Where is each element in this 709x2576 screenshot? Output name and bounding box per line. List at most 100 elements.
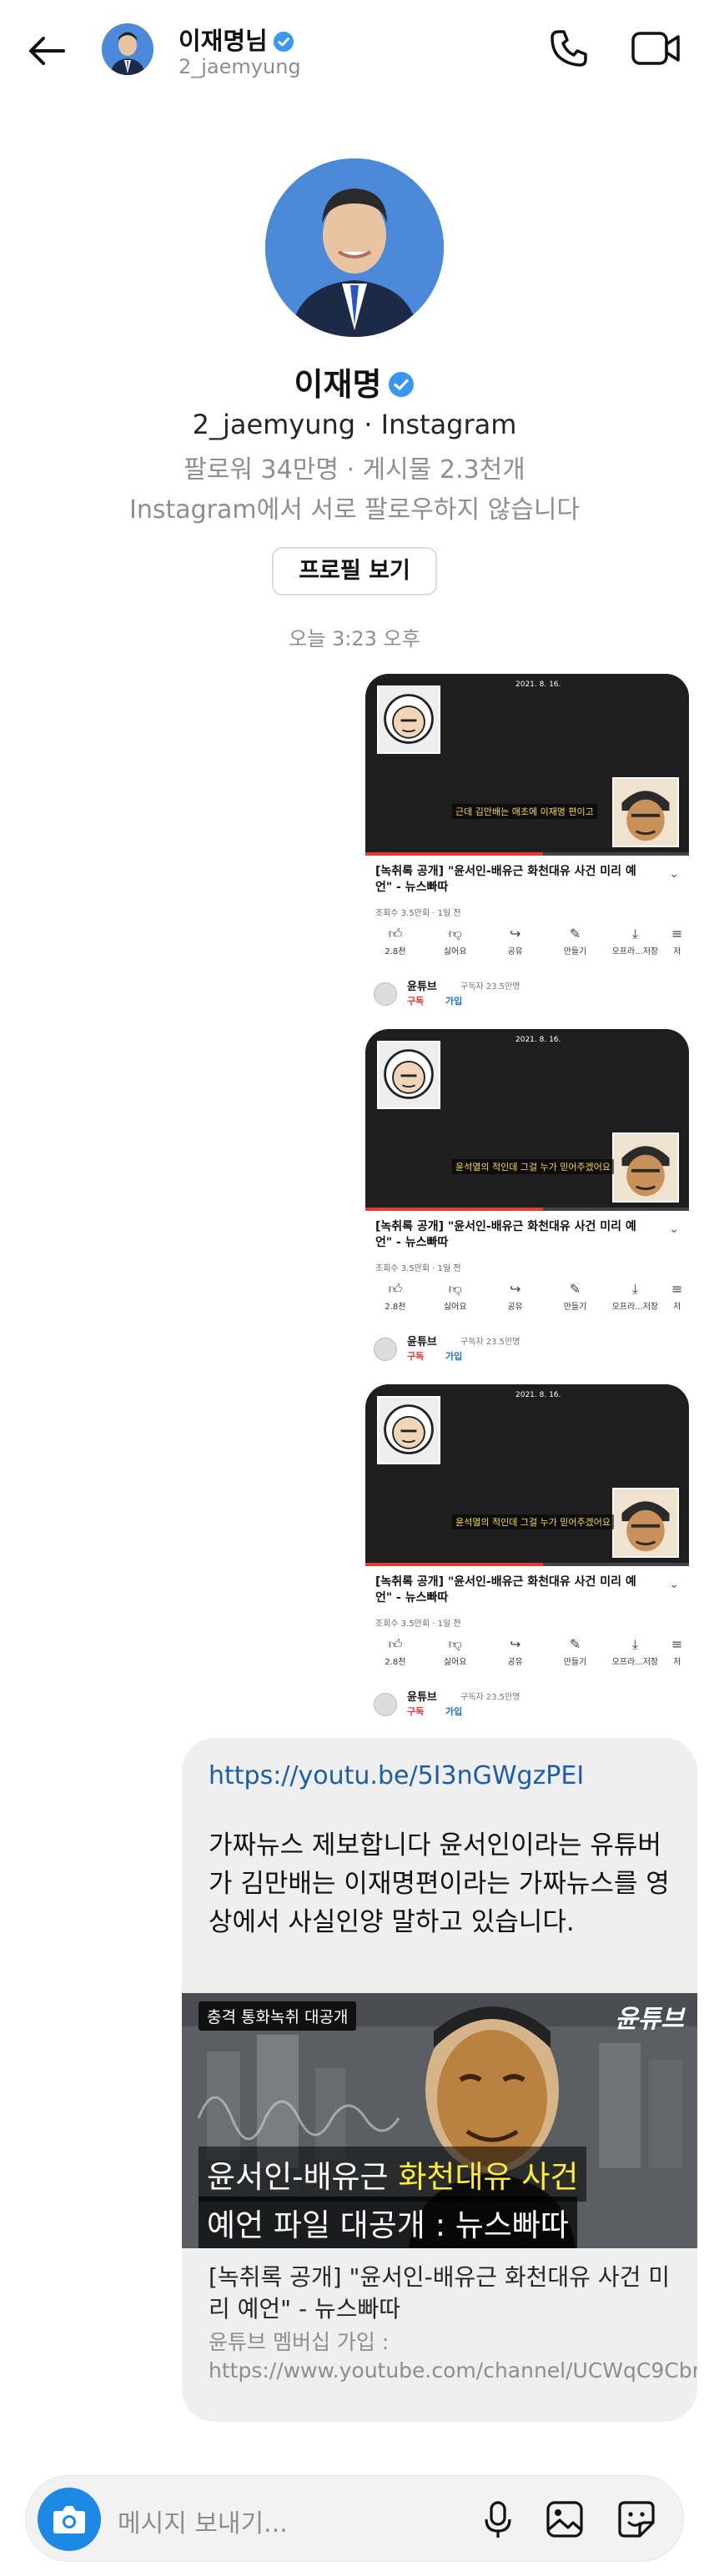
channel-name: 윤튜브 — [407, 981, 437, 993]
sticker-icon[interactable] — [615, 2498, 658, 2541]
channel-name: 윤튜브 — [407, 1691, 437, 1704]
channel-logo — [374, 982, 397, 1006]
subscribe-label: 구독 — [407, 996, 425, 1007]
video-progress-bar — [365, 852, 689, 856]
channel-row: 윤튜브 구독자 23.5만명 구독 가입 — [374, 1686, 682, 1720]
message-input[interactable]: 메시지 보내기... — [118, 2503, 288, 2539]
camera-button[interactable] — [38, 2488, 101, 2551]
save-action: ≡ 저 — [665, 1279, 689, 1324]
create-icon: ✎ — [569, 926, 581, 942]
message-text: 가짜뉴스 제보합니다 윤서인이라는 유튜버가 김만배는 이재명편이라는 가짜뉴스… — [209, 1830, 670, 1937]
camera-icon — [53, 2506, 85, 2533]
chat-header: 이재명님 2_jaemyung — [0, 0, 709, 100]
channel-logo — [374, 1338, 397, 1361]
video-title: [녹취록 공개] "윤서인-배유근 화천대유 사건 미리 예언" - 뉴스빠따 — [375, 865, 636, 894]
subscribe-label: 구독 — [407, 1706, 425, 1717]
share-icon: ↪ — [509, 1636, 521, 1652]
like-action: 👍︎ 2.8천 — [365, 1634, 425, 1680]
create-action: ✎ 만들기 — [546, 1279, 606, 1324]
create-icon: ✎ — [569, 1281, 581, 1297]
profile-avatar[interactable] — [265, 158, 444, 337]
video-title: [녹취록 공개] "윤서인-배유근 화천대유 사건 미리 예언" - 뉴스빠따 — [375, 1220, 636, 1249]
thumbnail-brand: 윤튜브 — [615, 2005, 684, 2034]
channel-name: 윤튜브 — [407, 1336, 437, 1348]
header-display-name[interactable]: 이재명님 — [179, 22, 294, 57]
save-icon: ≡ — [671, 926, 683, 942]
dislike-action: 👎︎ 싫어요 — [425, 924, 485, 969]
cartoon-face-image — [612, 1488, 679, 1558]
share-action: ↪ 공유 — [485, 1634, 546, 1680]
phone-call-icon[interactable] — [547, 27, 591, 70]
video-date: 2021. 8. 16. — [515, 680, 561, 689]
video-progress-bar — [365, 1563, 689, 1566]
video-frame: 2021. 8. 16. 윤석열의 적인데 그걸 누가 믿어주겠어요 — [365, 1029, 689, 1211]
channel-logo — [374, 1693, 397, 1716]
thumbs-down-icon: 👎︎ — [448, 1636, 462, 1652]
message-link[interactable]: https://youtu.be/5I3nGWgzPEI — [209, 1761, 584, 1790]
thumbnail-badge: 충격 통화녹취 대공개 — [199, 2001, 357, 2031]
channel-row: 윤튜브 구독자 23.5만명 구독 가입 — [374, 976, 682, 1009]
share-action: ↪ 공유 — [485, 924, 546, 969]
download-action: ⤓ 오프라...저장 — [605, 924, 665, 969]
create-icon: ✎ — [569, 1636, 581, 1652]
video-date: 2021. 8. 16. — [515, 1391, 561, 1399]
video-call-icon[interactable] — [630, 27, 681, 70]
header-handle: 2_jaemyung — [179, 55, 301, 78]
profile-name: 이재명 — [0, 359, 709, 404]
cartoon-face-image — [377, 1041, 440, 1109]
screenshot-image[interactable]: 2021. 8. 16. 근데 김만배는 애초에 이재명 편이고 [녹취록 공개… — [365, 674, 689, 1016]
link-preview-thumbnail[interactable]: 충격 통화녹취 대공개 윤튜브 윤서인-배유근 화천대유 사건 예언 파일 대공… — [182, 1993, 697, 2248]
share-action: ↪ 공유 — [485, 1279, 546, 1324]
cartoon-face-image — [377, 1396, 440, 1464]
screenshot-image[interactable]: 2021. 8. 16. 윤석열의 적인데 그걸 누가 믿어주겠어요 [녹취록 … — [365, 1029, 689, 1371]
link-preview-description: 윤튜브 멤버십 가입 : https://www.youtube.com/cha… — [209, 2330, 697, 2383]
join-label: 가입 — [445, 1706, 463, 1717]
share-icon: ↪ — [509, 1281, 521, 1297]
message-composer[interactable]: 메시지 보내기... — [25, 2475, 684, 2562]
header-avatar[interactable] — [102, 23, 153, 75]
screenshot-image[interactable]: 2021. 8. 16. 윤석열의 적인데 그걸 누가 믿어주겠어요 [녹취록 … — [365, 1384, 689, 1726]
download-icon: ⤓ — [631, 1281, 638, 1297]
cartoon-face-image — [612, 777, 679, 847]
cartoon-face-image — [377, 685, 440, 754]
thumbs-down-icon: 👎︎ — [448, 1281, 462, 1297]
profile-follow-note: Instagram에서 서로 팔로우하지 않습니다 — [128, 495, 581, 525]
subscribe-label: 구독 — [407, 1351, 425, 1362]
thumbs-down-icon: 👎︎ — [448, 926, 462, 942]
video-meta: 조회수 3.5만회 · 1일 전 — [375, 909, 461, 918]
chevron-down-icon: ⌄ — [669, 1223, 679, 1236]
view-profile-button[interactable]: 프로필 보기 — [272, 547, 437, 595]
video-meta: 조회수 3.5만회 · 1일 전 — [375, 1264, 461, 1273]
thumbnail-caption-line1: 윤서인-배유근 화천대유 사건 — [199, 2147, 587, 2202]
video-title: [녹취록 공개] "윤서인-배유근 화천대유 사건 미리 예언" - 뉴스빠따 — [375, 1575, 636, 1604]
thumbs-up-icon: 👍︎ — [388, 926, 403, 942]
channel-subscribers: 구독자 23.5만명 — [460, 1693, 520, 1702]
microphone-icon[interactable] — [476, 2498, 520, 2541]
profile-stats: 팔로워 34만명 · 게시물 2.3천개 — [184, 455, 525, 485]
back-arrow-icon[interactable] — [25, 28, 70, 73]
video-subtitle: 근데 김만배는 애초에 이재명 편이고 — [452, 804, 597, 819]
chevron-down-icon: ⌄ — [669, 867, 679, 881]
dislike-action: 👎︎ 싫어요 — [425, 1279, 485, 1324]
video-actions: 👍︎ 2.8천 👎︎ 싫어요 ↪ 공유 ✎ 만들기 ⤓ 오프라...저장 ≡ 저 — [365, 1279, 689, 1324]
download-action: ⤓ 오프라...저장 — [605, 1634, 665, 1680]
join-label: 가입 — [445, 1351, 463, 1362]
chevron-down-icon: ⌄ — [669, 1578, 679, 1591]
thumbs-up-icon: 👍︎ — [388, 1636, 403, 1652]
video-subtitle: 윤석열의 적인데 그걸 누가 믿어주겠어요 — [452, 1159, 615, 1174]
save-icon: ≡ — [671, 1636, 683, 1652]
message-timestamp: 오늘 3:23 오후 — [289, 627, 420, 650]
link-message-bubble[interactable]: https://youtu.be/5I3nGWgzPEI 가짜뉴스 제보합니다 … — [182, 1738, 697, 2422]
share-icon: ↪ — [509, 926, 521, 942]
gallery-icon[interactable] — [543, 2498, 586, 2541]
thumbs-up-icon: 👍︎ — [388, 1281, 403, 1297]
save-action: ≡ 저 — [665, 924, 689, 969]
dislike-action: 👎︎ 싫어요 — [425, 1634, 485, 1680]
like-action: 👍︎ 2.8천 — [365, 1279, 425, 1324]
like-action: 👍︎ 2.8천 — [365, 924, 425, 969]
link-preview-title[interactable]: [녹취록 공개] "윤서인-배유근 화천대유 사건 미리 예언" - 뉴스빠따 — [209, 2262, 676, 2325]
video-meta: 조회수 3.5만회 · 1일 전 — [375, 1619, 461, 1629]
video-actions: 👍︎ 2.8천 👎︎ 싫어요 ↪ 공유 ✎ 만들기 ⤓ 오프라...저장 ≡ 저 — [365, 924, 689, 969]
create-action: ✎ 만들기 — [546, 924, 606, 969]
cartoon-face-image — [612, 1132, 679, 1203]
